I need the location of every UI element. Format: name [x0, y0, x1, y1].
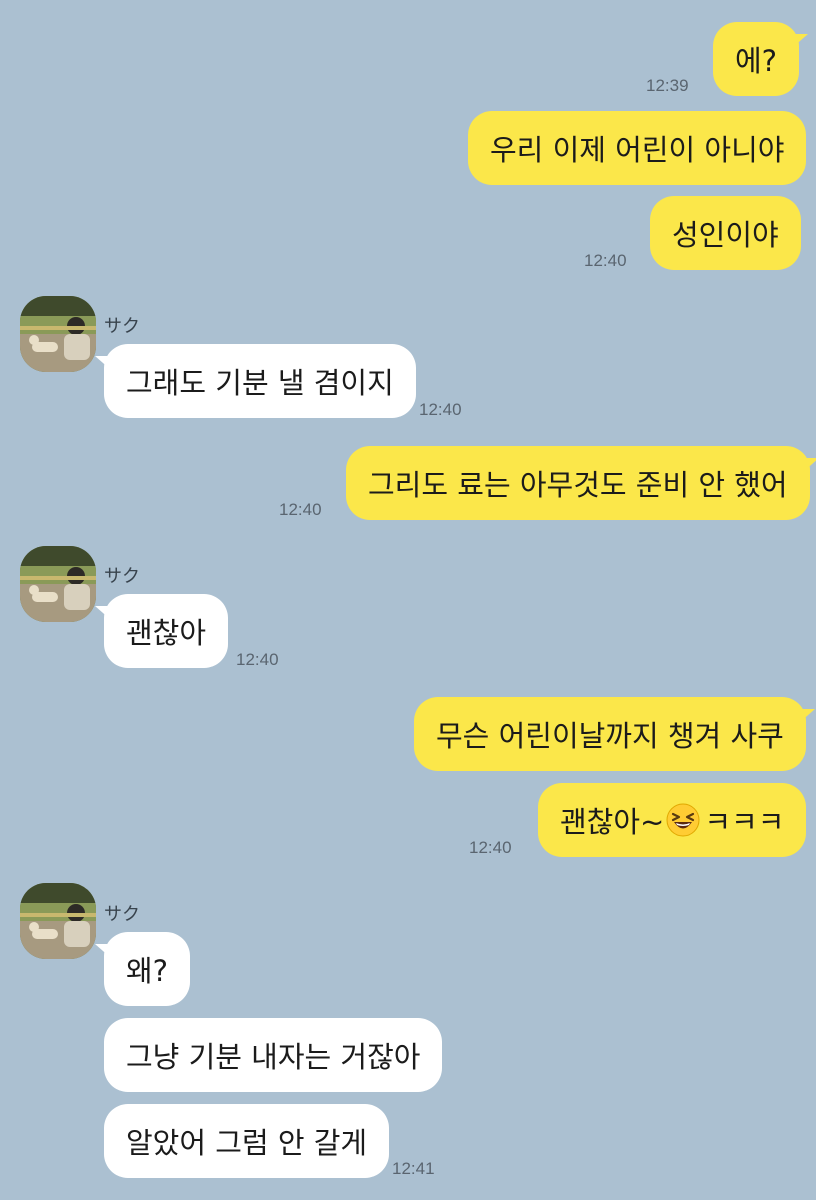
message-bubble-outgoing[interactable]: 성인이야 — [650, 196, 801, 270]
message-bubble-outgoing[interactable]: 우리 이제 어린이 아니야 — [468, 111, 807, 185]
message-text-suffix: ㅋㅋㅋ — [704, 805, 785, 839]
message-time: 12:40 — [419, 400, 462, 419]
sender-name: サク — [104, 316, 140, 337]
sender-name: サク — [104, 904, 140, 925]
avatar-photo-icon — [20, 546, 96, 622]
avatar-photo-icon — [20, 883, 96, 959]
message-text: 우리 이제 어린이 아니야 — [490, 133, 785, 167]
contact-avatar[interactable] — [20, 883, 96, 959]
message-time: 12:39 — [646, 76, 689, 95]
message-text: 에? — [735, 44, 778, 78]
message-bubble-outgoing[interactable]: 괜찮아~ ㅋㅋㅋ — [538, 783, 807, 857]
sender-name: サク — [104, 566, 140, 587]
message-text: 성인이야 — [672, 218, 779, 252]
message-text: 그래도 기분 낼 겸이지 — [126, 366, 394, 400]
message-text: 그리도 료는 아무것도 준비 안 했어 — [368, 468, 788, 502]
contact-avatar[interactable] — [20, 546, 96, 622]
message-time: 12:40 — [279, 500, 322, 519]
message-bubble-outgoing[interactable]: 무슨 어린이날까지 챙겨 사쿠 — [414, 697, 815, 771]
message-bubble-incoming[interactable]: 괜찮아 — [94, 594, 229, 668]
message-text: 무슨 어린이날까지 챙겨 사쿠 — [436, 719, 784, 753]
message-bubble-outgoing[interactable]: 그리도 료는 아무것도 준비 안 했어 — [346, 446, 816, 520]
message-text: 괜찮아~ — [560, 805, 665, 839]
message-bubble-incoming[interactable]: 왜? — [94, 932, 191, 1006]
message-text: 그냥 기분 내자는 거잖아 — [126, 1040, 421, 1074]
message-text: 알았어 그럼 안 갈게 — [126, 1126, 368, 1160]
message-time: 12:40 — [236, 650, 279, 669]
avatar-photo-icon — [20, 296, 96, 372]
message-time: 12:40 — [469, 838, 512, 857]
contact-avatar[interactable] — [20, 296, 96, 372]
grinning-squinting-face-icon — [666, 803, 700, 837]
message-time: 12:41 — [392, 1159, 435, 1178]
message-text: 왜? — [126, 954, 169, 988]
message-bubble-incoming[interactable]: 알았어 그럼 안 갈게 — [104, 1104, 390, 1178]
message-bubble-incoming[interactable]: 그냥 기분 내자는 거잖아 — [104, 1018, 443, 1092]
message-bubble-outgoing[interactable]: 에? — [713, 22, 809, 96]
message-text: 괜찮아 — [126, 616, 207, 650]
message-time: 12:40 — [584, 251, 627, 270]
message-bubble-incoming[interactable]: 그래도 기분 낼 겸이지 — [95, 344, 416, 418]
